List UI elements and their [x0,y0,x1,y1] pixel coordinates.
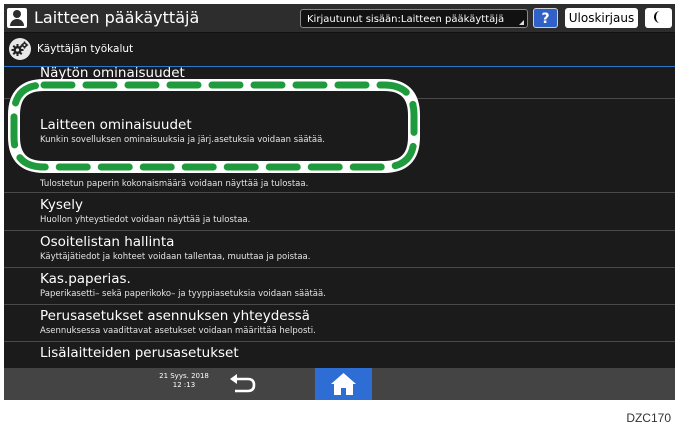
back-arrow-icon [230,374,256,393]
logout-button[interactable]: Uloskirjaus [565,8,638,28]
help-button[interactable]: ? [533,8,558,28]
list-item-inquiry[interactable]: Kysely Huollon yhteystiedot voidaan näyt… [4,195,675,231]
list-item-description: Huollon yhteystiedot voidaan näyttää ja … [40,215,251,225]
moon-icon [654,11,666,23]
time-text: 12 :13 [172,381,196,389]
list-item-options[interactable]: Lisälaitteiden perusasetukset [4,343,675,368]
list-item-description: Kunkin sovelluksen ominaisuuksia ja järj… [40,135,325,145]
highlighted-item[interactable]: Laitteen ominaisuudet Kunkin sovelluksen… [4,116,404,148]
bottom-bar: 21 Syys. 2018 12 :13 [4,368,675,400]
user-icon [7,8,27,28]
figure-code: DZC170 [626,411,671,425]
energy-saver-button[interactable] [645,8,672,28]
list-item-title: Perusasetukset asennuksen yhteydessä [40,308,310,324]
list-divider [4,192,675,193]
device-screen: Laitteen pääkäyttäjä Kirjautunut sisään:… [4,4,675,400]
home-button[interactable] [315,368,372,400]
list-item-title: Laitteen ominaisuudet [40,117,192,133]
login-status-field[interactable]: Kirjautunut sisään:Laitteen pääkäyttäjä [300,9,528,28]
list-item-description: Näytön asetuksia voidaan säätää. [40,83,185,93]
section-title: Käyttäjän työkalut [37,43,134,55]
date-time: 21 Syys. 2018 12 :13 [154,372,214,390]
list-item-description: Paperikasetti– sekä paperikoko– ja tyypp… [40,289,326,299]
back-button[interactable] [221,372,261,396]
list-item-address-book[interactable]: Osoitelistan hallinta Käyttäjätiedot ja … [4,232,675,268]
settings-list: Näytön ominaisuudet Näytön asetuksia voi… [4,67,675,368]
list-item-description: Käyttäjätiedot ja kohteet voidaan tallen… [40,252,311,262]
date-text: 21 Syys. 2018 [159,372,209,380]
list-item-description: Asennuksessa vaadittavat asetukset voida… [40,326,316,336]
page-title: Laitteen pääkäyttäjä [34,8,200,27]
list-item-title: Lisälaitteiden perusasetukset [40,345,239,361]
home-icon [331,373,356,395]
expand-corner-icon [519,20,524,25]
gear-icon [9,38,31,60]
list-item-setup-settings[interactable]: Perusasetukset asennuksen yhteydessä Ase… [4,306,675,342]
list-item-title: Näytön ominaisuudet [40,67,185,81]
list-item-title: Osoitelistan hallinta [40,234,175,250]
list-item-tray-paper[interactable]: Kas.paperias. Paperikasetti– sekä paperi… [4,269,675,305]
login-status-text: Kirjautunut sisään:Laitteen pääkäyttäjä [307,14,505,25]
list-item-title: Kysely [40,197,83,213]
top-bar: Laitteen pääkäyttäjä Kirjautunut sisään:… [4,4,675,33]
section-header: Käyttäjän työkalut [4,33,675,67]
list-item-counter[interactable]: Tulostetun paperin kokonaismäärä voidaan… [40,178,308,190]
list-item-title: Kas.paperias. [40,271,131,287]
list-item-screen-features[interactable]: Näytön ominaisuudet Näytön asetuksia voi… [4,67,675,99]
